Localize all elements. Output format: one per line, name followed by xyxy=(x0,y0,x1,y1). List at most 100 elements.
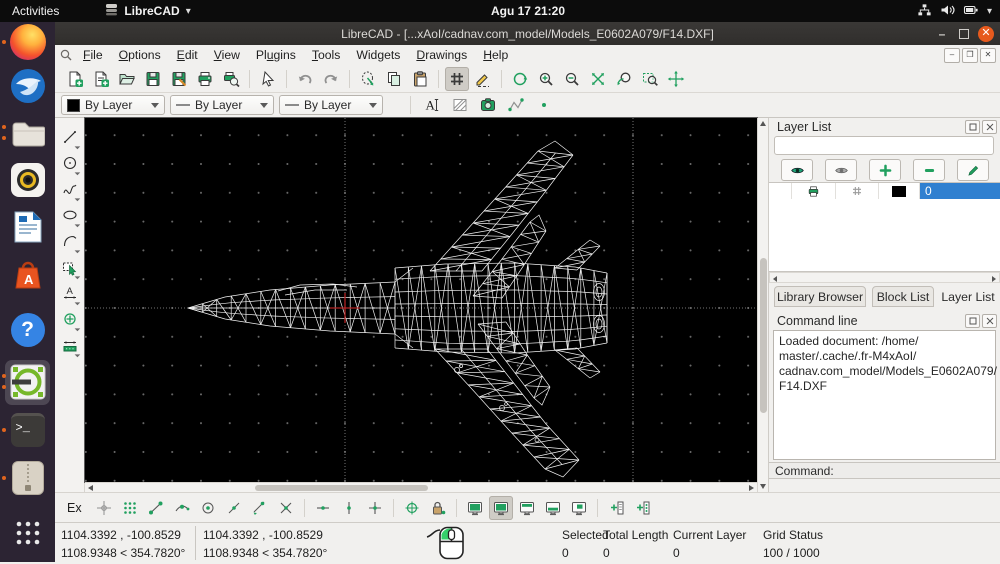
modify-layer-button[interactable] xyxy=(957,159,989,181)
color-combobox[interactable]: By Layer xyxy=(61,95,165,115)
new-drawing[interactable] xyxy=(63,67,87,91)
line-tool[interactable] xyxy=(57,124,82,149)
image-tool[interactable] xyxy=(476,93,500,117)
layer-print-icon[interactable] xyxy=(792,183,836,199)
menu-options[interactable]: Options xyxy=(111,47,169,63)
copy[interactable] xyxy=(382,67,406,91)
dock-item-librecad[interactable] xyxy=(0,359,55,405)
hatch-tool[interactable] xyxy=(448,93,472,117)
snap-middle[interactable] xyxy=(222,496,246,520)
tab-block-list[interactable]: Block List xyxy=(872,286,934,307)
dock-item-files[interactable] xyxy=(0,110,55,156)
dock-widget-5[interactable] xyxy=(567,496,591,520)
restrict-vertical[interactable] xyxy=(337,496,361,520)
save[interactable] xyxy=(141,67,165,91)
dock-widget-3[interactable] xyxy=(515,496,539,520)
open-drawing[interactable] xyxy=(115,67,139,91)
cut[interactable] xyxy=(356,67,380,91)
set-relative-zero[interactable] xyxy=(400,496,424,520)
insert-tool[interactable] xyxy=(57,306,82,331)
paste[interactable] xyxy=(408,67,432,91)
restore-button[interactable] xyxy=(959,29,969,39)
snap-free[interactable] xyxy=(92,496,116,520)
drawing-canvas[interactable] xyxy=(85,118,757,482)
print-preview[interactable] xyxy=(219,67,243,91)
dimension-h-tool[interactable] xyxy=(57,332,82,357)
save-as[interactable] xyxy=(167,67,191,91)
show-all-layers-button[interactable] xyxy=(781,159,813,181)
menu-help[interactable]: Help xyxy=(475,47,516,63)
dock-item-libreoffice-writer[interactable] xyxy=(0,204,55,250)
add-command-widget[interactable] xyxy=(604,496,628,520)
layer-name-cell[interactable]: 0 xyxy=(920,183,1000,199)
zoom-out[interactable] xyxy=(560,67,584,91)
grid-toggle[interactable] xyxy=(445,67,469,91)
menu-tools[interactable]: Tools xyxy=(304,47,348,63)
zoom-auto[interactable] xyxy=(586,67,610,91)
dock-widget-2[interactable] xyxy=(489,496,513,520)
snap-intersection[interactable] xyxy=(274,496,298,520)
command-line-float-button[interactable] xyxy=(965,314,980,328)
snap-entity[interactable] xyxy=(170,496,194,520)
layer-table[interactable]: 0 xyxy=(769,182,1000,272)
point-tool[interactable] xyxy=(532,93,556,117)
dock-item-help[interactable]: ? xyxy=(0,307,55,353)
polyline-node-tool[interactable] xyxy=(504,93,528,117)
layer-list-float-button[interactable] xyxy=(965,120,980,134)
add-tool-widget[interactable] xyxy=(630,496,654,520)
line-type-combobox[interactable]: By Layer xyxy=(279,95,383,115)
polyline-tool[interactable] xyxy=(57,228,82,253)
dock-item-archive-manager[interactable] xyxy=(0,455,55,501)
mdi-minimize-button[interactable]: – xyxy=(944,48,960,63)
close-button[interactable]: ✕ xyxy=(978,26,994,42)
dock-widget-4[interactable] xyxy=(541,496,565,520)
minimize-button[interactable]: – xyxy=(934,27,950,41)
menu-edit[interactable]: Edit xyxy=(169,47,206,63)
dock-item-rhythmbox[interactable] xyxy=(0,157,55,203)
ellipse-tool[interactable] xyxy=(57,202,82,227)
layer-construction-icon[interactable] xyxy=(836,183,879,199)
spline-tool[interactable] xyxy=(57,176,82,201)
command-line-close-button[interactable] xyxy=(982,314,997,328)
remove-layer-button[interactable] xyxy=(913,159,945,181)
layer-color-swatch[interactable] xyxy=(879,183,920,199)
zoom-window[interactable] xyxy=(638,67,662,91)
dock-item-terminal[interactable]: >_ xyxy=(0,407,55,453)
select-pointer[interactable] xyxy=(256,67,280,91)
text-tool[interactable]: A xyxy=(420,93,444,117)
dock-item-show-applications[interactable] xyxy=(0,510,55,556)
snap-endpoint[interactable] xyxy=(144,496,168,520)
vertical-scrollbar[interactable] xyxy=(757,118,768,492)
menu-widgets[interactable]: Widgets xyxy=(348,47,408,63)
undo[interactable] xyxy=(293,67,317,91)
mdi-close-button[interactable]: ✕ xyxy=(980,48,996,63)
hide-all-layers-button[interactable] xyxy=(825,159,857,181)
add-layer-button[interactable] xyxy=(869,159,901,181)
clock[interactable]: Agu 17 21:20 xyxy=(491,4,565,18)
snap-grid[interactable] xyxy=(118,496,142,520)
snap-distance[interactable] xyxy=(248,496,272,520)
app-menu-button[interactable]: LibreCAD ▾ xyxy=(105,3,190,19)
print[interactable] xyxy=(193,67,217,91)
exclusive-snap-label[interactable]: Ex xyxy=(67,501,82,515)
horizontal-scrollbar[interactable] xyxy=(85,482,757,492)
restrict-horizontal[interactable] xyxy=(311,496,335,520)
dock-item-thunderbird[interactable] xyxy=(0,63,55,109)
select-tool[interactable] xyxy=(57,254,82,279)
line-width-combobox[interactable]: By Layer xyxy=(170,95,274,115)
tab-layer-list[interactable]: Layer List xyxy=(938,286,998,307)
new-from-template[interactable] xyxy=(89,67,113,91)
mdi-restore-button[interactable]: ❐ xyxy=(962,48,978,63)
menu-view[interactable]: View xyxy=(206,47,248,63)
dimension-tool[interactable]: A xyxy=(57,280,82,305)
tab-library-browser[interactable]: Library Browser xyxy=(774,286,866,307)
vertical-scrollbar-thumb[interactable] xyxy=(760,258,767,413)
zoom-previous[interactable] xyxy=(612,67,636,91)
layer-table-scrollbar[interactable] xyxy=(769,272,1000,283)
circle-tool[interactable] xyxy=(57,150,82,175)
lock-relative-zero[interactable] xyxy=(426,496,450,520)
layer-row[interactable]: 0 xyxy=(769,183,1000,199)
menu-plugins[interactable]: Plugins xyxy=(248,47,304,63)
system-tray[interactable]: ▾ xyxy=(917,0,992,22)
menu-file[interactable]: File xyxy=(75,47,111,63)
